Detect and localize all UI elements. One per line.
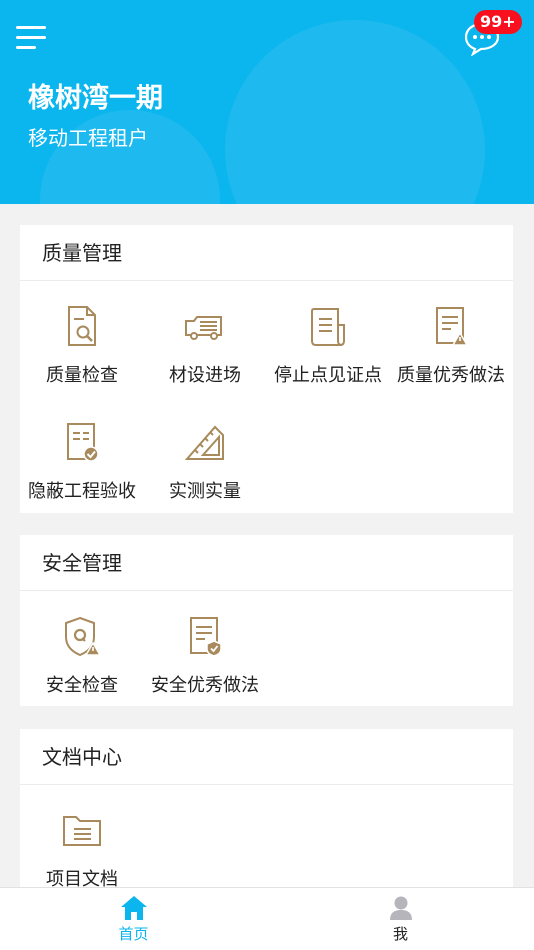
stop-point-document-icon	[311, 308, 345, 346]
quality-management-card: 质量管理 质量检查 材设进场 停止点见证点 质量优秀做法 隐蔽工程验收 实测实量	[20, 225, 513, 513]
stop-point-button[interactable]: 停止点见证点	[266, 305, 390, 387]
concealed-work-acceptance-button[interactable]: 隐蔽工程验收	[20, 421, 144, 503]
item-label: 安全检查	[46, 675, 118, 696]
section-title: 安全管理	[20, 535, 513, 591]
project-title[interactable]: 橡树湾一期	[28, 76, 163, 115]
folder-document-icon	[63, 816, 101, 846]
header-decoration	[225, 20, 485, 204]
item-label: 隐蔽工程验收	[28, 481, 136, 502]
tab-label: 我	[392, 925, 408, 943]
project-documents-button[interactable]: 项目文档	[20, 809, 144, 891]
document-shield-icon	[190, 617, 222, 657]
menu-icon[interactable]	[14, 24, 48, 52]
quality-inspection-button[interactable]: 质量检查	[20, 305, 144, 387]
project-subtitle: 移动工程租户	[28, 126, 148, 150]
header: 99+ 橡树湾一期 移动工程租户	[0, 0, 534, 204]
ruler-icon	[184, 425, 224, 460]
tab-me[interactable]: 我	[267, 888, 534, 950]
tab-label: 首页	[118, 925, 149, 943]
tab-home[interactable]: 首页	[0, 888, 267, 950]
item-label: 质量优秀做法	[397, 365, 505, 386]
section-title: 文档中心	[20, 729, 513, 785]
section-title: 质量管理	[20, 225, 513, 281]
item-label: 停止点见证点	[274, 365, 382, 386]
safety-best-practice-button[interactable]: 安全优秀做法	[143, 615, 267, 697]
document-center-card: 文档中心 项目文档	[20, 729, 513, 890]
material-entry-button[interactable]: 材设进场	[143, 305, 267, 387]
item-label: 材设进场	[169, 365, 241, 386]
measurement-button[interactable]: 实测实量	[143, 421, 267, 503]
safety-management-card: 安全管理 安全检查 安全优秀做法	[20, 535, 513, 706]
document-check-icon	[67, 423, 99, 462]
item-label: 质量检查	[46, 365, 118, 386]
document-warning-icon	[436, 307, 469, 346]
item-label: 实测实量	[169, 481, 241, 502]
document-search-icon	[68, 306, 96, 346]
message-badge: 99+	[474, 10, 522, 34]
truck-icon	[185, 316, 222, 340]
user-icon	[389, 896, 412, 920]
bottom-tab-bar: 首页 我	[0, 887, 534, 950]
home-icon	[120, 896, 147, 920]
item-label: 安全优秀做法	[151, 675, 259, 696]
quality-best-practice-button[interactable]: 质量优秀做法	[389, 305, 513, 387]
shield-warning-icon	[65, 616, 102, 657]
safety-inspection-button[interactable]: 安全检查	[20, 615, 144, 697]
